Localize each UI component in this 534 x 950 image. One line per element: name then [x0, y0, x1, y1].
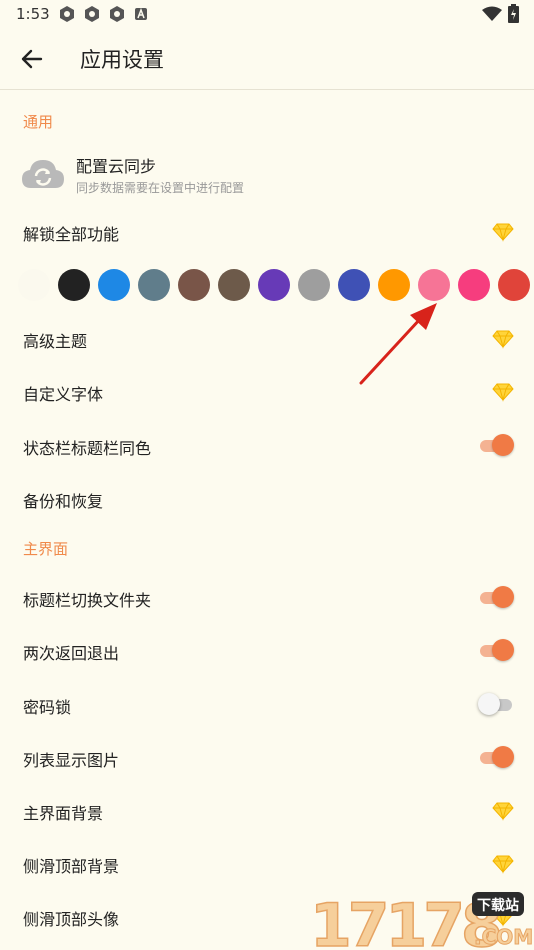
- color-swatch[interactable]: [338, 269, 370, 301]
- diamond-icon: [492, 802, 514, 821]
- color-swatch[interactable]: [498, 269, 530, 301]
- cloud-sync-title: 配置云同步: [76, 157, 157, 176]
- backup-restore-label: 备份和恢复: [23, 492, 104, 511]
- cloud-sync-subtitle: 同步数据需要在设置中进行配置: [76, 181, 245, 195]
- custom-font-row[interactable]: 自定义字体: [0, 366, 534, 416]
- double-back-exit-row[interactable]: 两次返回退出: [0, 625, 534, 675]
- color-swatch[interactable]: [178, 269, 210, 301]
- backup-restore-row[interactable]: 备份和恢复: [0, 473, 534, 523]
- watermark-badge: 下载站: [477, 897, 519, 914]
- title-switch-folder-toggle[interactable]: [478, 585, 514, 609]
- diamond-icon: [492, 855, 514, 874]
- section-header-main-ui: 主界面: [23, 540, 69, 558]
- status-time: 1:53: [16, 5, 50, 23]
- color-swatch[interactable]: [58, 269, 90, 301]
- wifi-icon: [482, 6, 502, 21]
- statusbar-same-color-row[interactable]: 状态栏标题栏同色: [0, 420, 534, 470]
- advanced-theme-label: 高级主题: [23, 332, 88, 351]
- color-swatch[interactable]: [98, 269, 130, 301]
- main-background-row[interactable]: 主界面背景: [0, 785, 534, 835]
- list-show-images-row[interactable]: 列表显示图片: [0, 732, 534, 782]
- title-switch-folder-row[interactable]: 标题栏切换文件夹: [0, 572, 534, 622]
- advanced-theme-row[interactable]: 高级主题: [0, 313, 534, 363]
- drawer-top-background-label: 侧滑顶部背景: [23, 857, 120, 876]
- list-show-images-toggle[interactable]: [478, 745, 514, 769]
- diamond-icon: [492, 383, 514, 402]
- list-show-images-label: 列表显示图片: [23, 751, 120, 770]
- drawer-top-background-row[interactable]: 侧滑顶部背景: [0, 838, 534, 888]
- color-swatch[interactable]: [218, 269, 250, 301]
- color-swatch[interactable]: [258, 269, 290, 301]
- title-switch-folder-label: 标题栏切换文件夹: [23, 591, 152, 610]
- password-lock-toggle[interactable]: [478, 692, 514, 716]
- app-notification-icon: [110, 6, 124, 22]
- color-swatch[interactable]: [18, 269, 50, 301]
- diamond-icon: [492, 330, 514, 349]
- color-swatch[interactable]: [458, 269, 490, 301]
- custom-font-label: 自定义字体: [23, 385, 104, 404]
- statusbar-same-color-label: 状态栏标题栏同色: [23, 439, 152, 458]
- password-lock-row[interactable]: 密码锁: [0, 679, 534, 729]
- double-back-exit-label: 两次返回退出: [23, 644, 120, 663]
- statusbar-same-color-toggle[interactable]: [478, 433, 514, 457]
- color-swatch[interactable]: [138, 269, 170, 301]
- diamond-icon: [492, 223, 514, 242]
- cloud-sync-row[interactable]: 配置云同步 同步数据需要在设置中进行配置: [0, 140, 534, 202]
- watermark-number: 17178: [310, 891, 500, 950]
- arrow-left-icon[interactable]: [18, 45, 46, 73]
- cloud-sync-icon: [22, 160, 64, 188]
- app-notification-icon: [85, 6, 99, 22]
- battery-icon: [508, 4, 519, 23]
- unlock-all-row[interactable]: 解锁全部功能: [0, 206, 534, 256]
- password-lock-label: 密码锁: [23, 698, 72, 717]
- section-header-general: 通用: [23, 113, 54, 131]
- watermark-logo: 17178 下载站 .COM: [309, 890, 533, 950]
- app-bar: 应用设置: [0, 28, 534, 90]
- color-swatch[interactable]: [378, 269, 410, 301]
- color-swatch[interactable]: [298, 269, 330, 301]
- app-notification-icon: [60, 6, 74, 22]
- main-background-label: 主界面背景: [23, 804, 104, 823]
- page-title: 应用设置: [80, 48, 164, 72]
- watermark-domain: .COM: [474, 925, 533, 949]
- app-a-icon: [135, 7, 147, 20]
- drawer-top-avatar-label: 侧滑顶部头像: [23, 910, 120, 929]
- status-bar: 1:53: [0, 0, 534, 28]
- double-back-exit-toggle[interactable]: [478, 638, 514, 662]
- color-swatch[interactable]: [418, 269, 450, 301]
- unlock-all-label: 解锁全部功能: [23, 225, 120, 244]
